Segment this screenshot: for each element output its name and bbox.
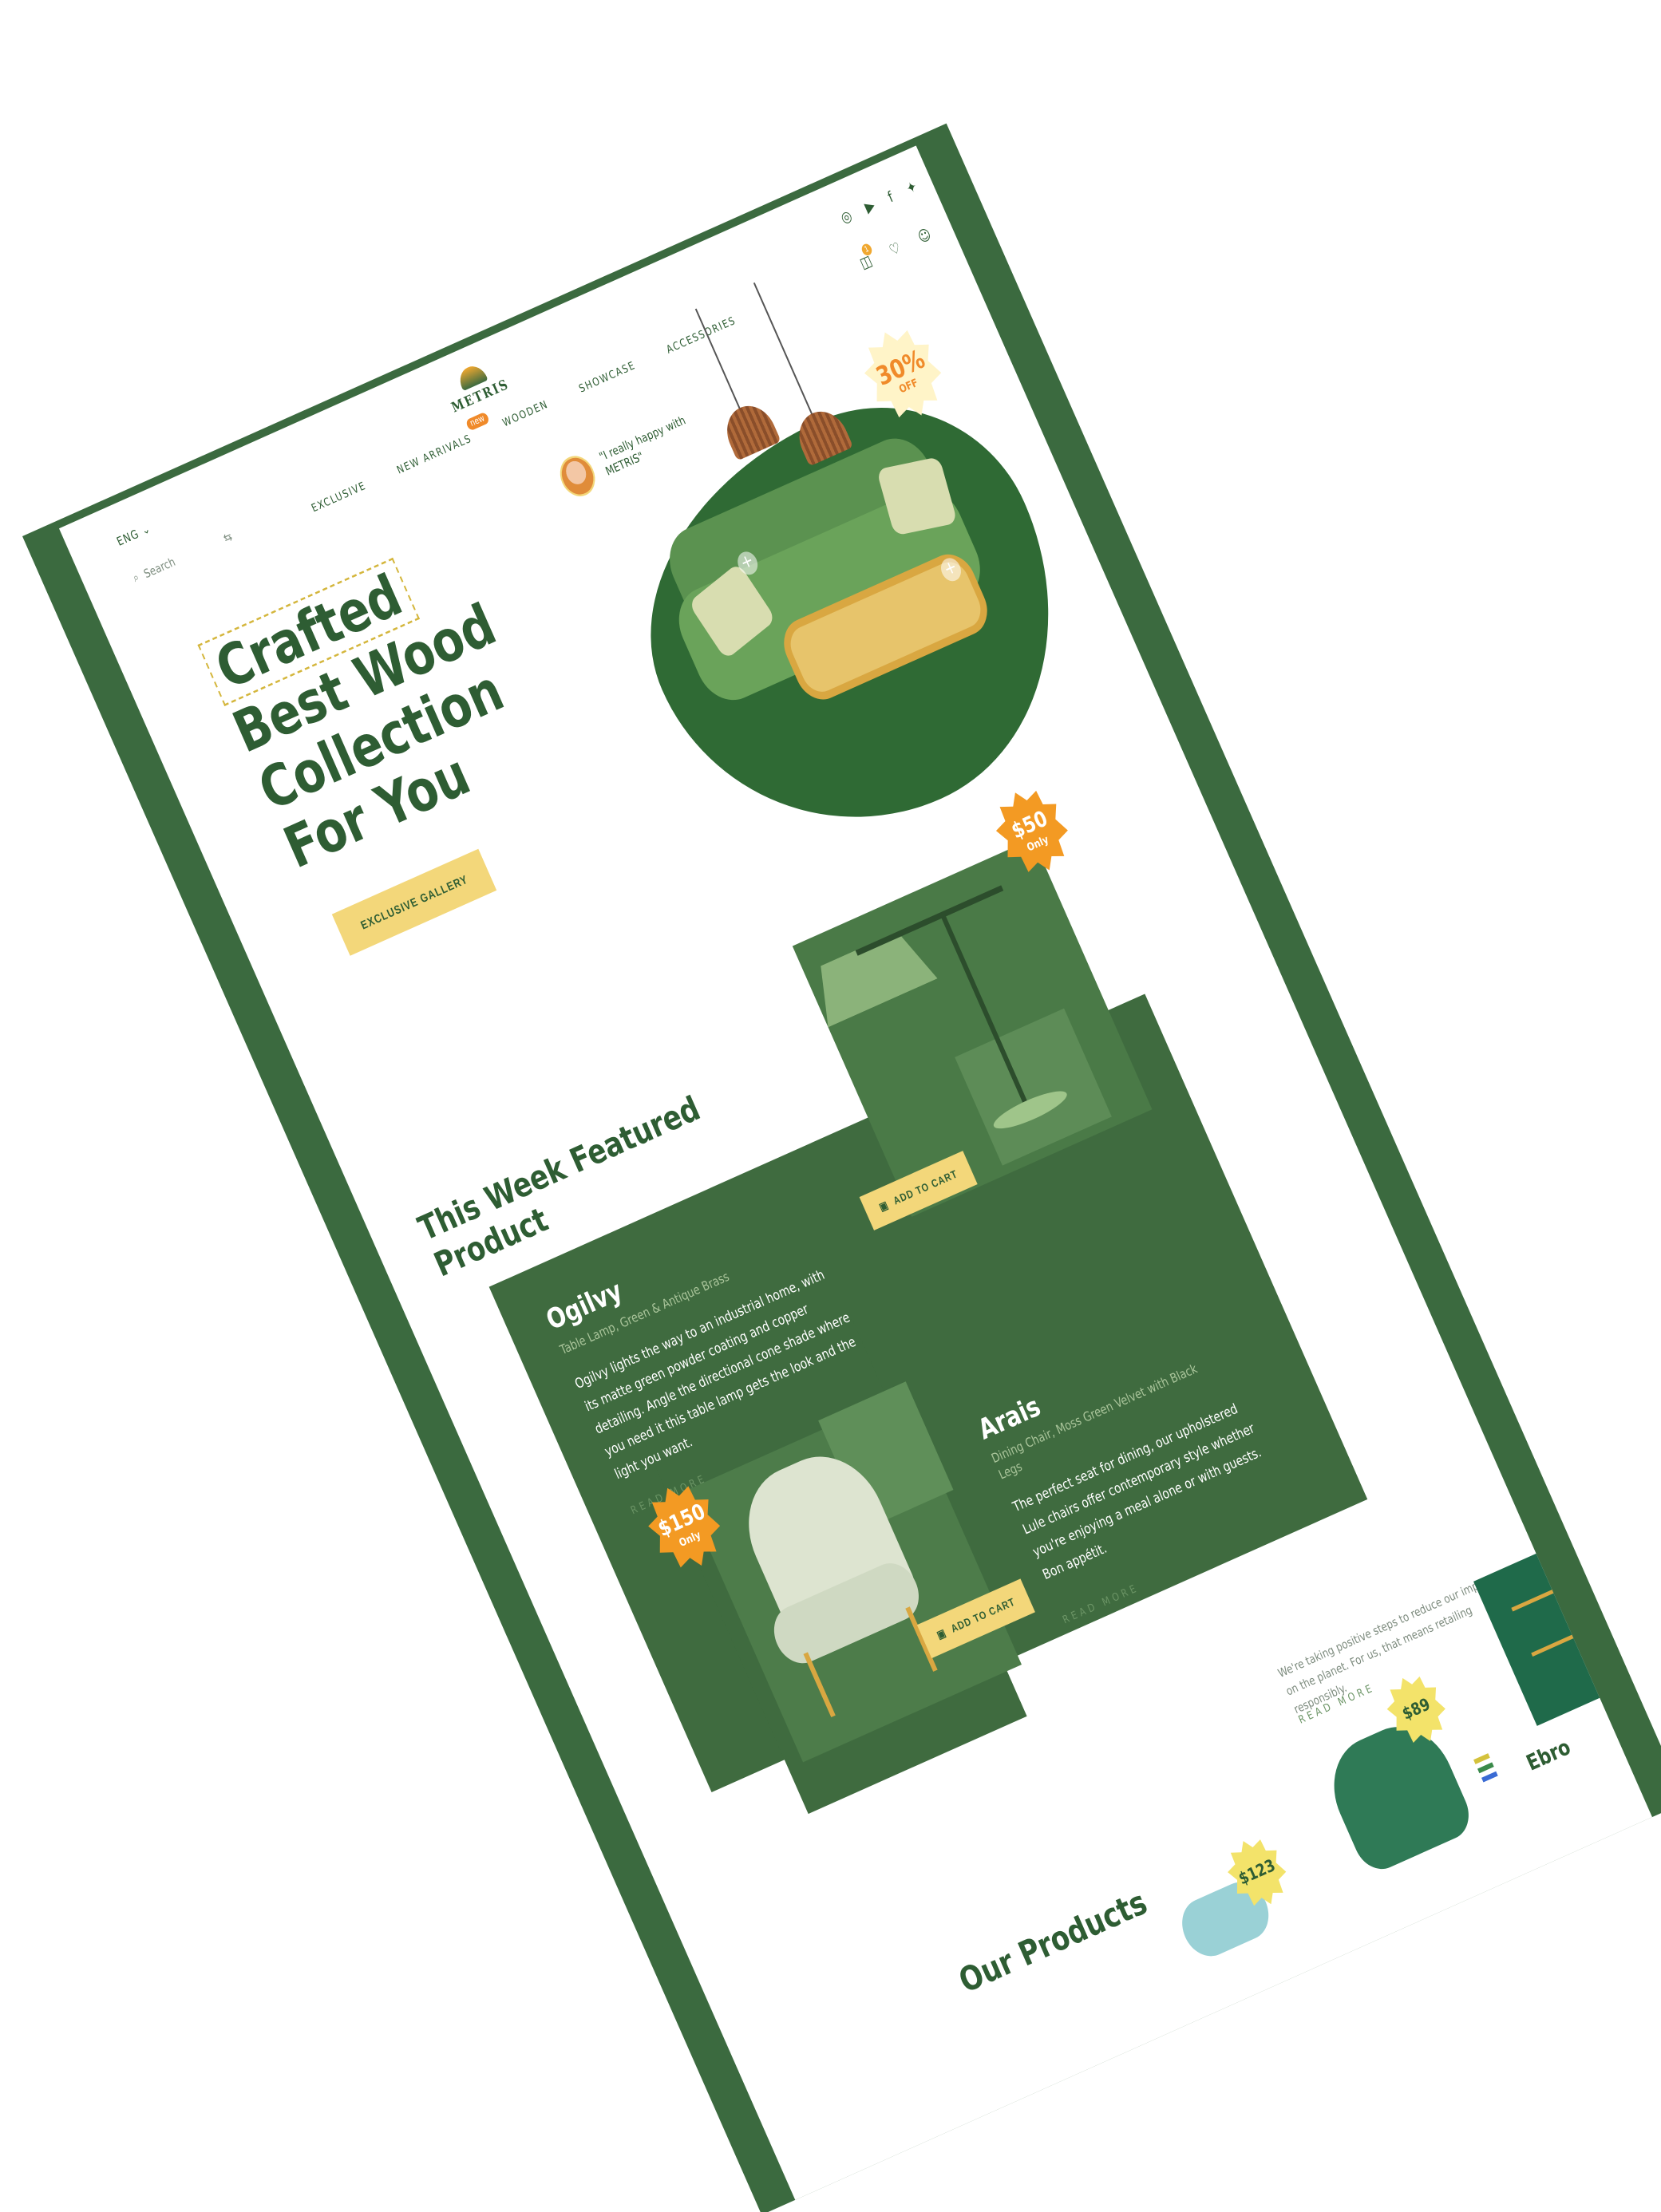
product-name: Ebro [1523,1735,1575,1777]
new-badge: new [465,411,491,432]
facebook-icon[interactable]: f [885,188,896,207]
nav-new-arrivals[interactable]: NEW ARRIVALS new [394,411,491,477]
testimonial: "I really happy with METRIS" [553,401,714,502]
nav-showcase[interactable]: SHOWCASE [577,359,638,396]
nav-label: EXCLUSIVE [309,479,369,515]
user-icon[interactable]: ☺ [916,225,934,247]
cabinet-image [1473,1535,1639,1726]
twitter-icon[interactable]: ✦ [904,177,919,197]
nav-wooden[interactable]: WOODEN [500,398,550,430]
chevron-down-icon: ⌄ [139,521,153,538]
menu-toggle-icon[interactable]: ⇆ [221,529,234,545]
youtube-icon[interactable]: ▶ [862,196,878,216]
hero-title: Crafted Best Wood Collection For You [197,531,555,881]
language-label: ENG [114,526,142,549]
bag-icon: ▣ [877,1199,891,1215]
color-swatch[interactable] [1473,1753,1490,1764]
our-products-title: Our Products [953,1882,1153,2001]
instagram-icon[interactable]: ◎ [838,207,855,227]
bag-icon: ▣ [935,1627,949,1642]
social-links: ◎ ▶ f ✦ [838,177,920,227]
nav-label: WOODEN [500,397,551,430]
color-swatch[interactable] [1481,1771,1498,1783]
landing-page: ◎ ▶ f ✦ ENG ⌄ ⌕ Search ⇆ METRIS EXCLUSIV… [58,145,1652,2200]
avatar [553,450,602,502]
heart-icon[interactable]: ♡ [887,239,904,259]
nav-label: NEW ARRIVALS [394,432,474,477]
pendant-cord [753,282,815,419]
testimonial-text: "I really happy with METRIS" [597,413,688,479]
lounge-chair-image [1316,1710,1478,1878]
nav-label: SHOWCASE [576,358,638,396]
price-value: $89 [1399,1694,1434,1724]
search-placeholder: Search [141,554,177,581]
search-icon: ⌕ [130,570,141,585]
cart-icon[interactable]: ◫ 1 [857,242,875,272]
utility-icons: ◫ 1 ♡ ☺ [857,225,934,272]
exclusive-gallery-button[interactable]: EXCLUSIVE GALLERY [331,848,497,956]
language-selector[interactable]: ENG ⌄ [115,521,153,548]
color-swatch[interactable] [1477,1762,1494,1774]
mockup-frame: ◎ ▶ f ✦ ENG ⌄ ⌕ Search ⇆ METRIS EXCLUSIV… [22,123,1661,2212]
nav-exclusive[interactable]: EXCLUSIVE [310,479,368,515]
cart-count: 1 [860,242,874,258]
